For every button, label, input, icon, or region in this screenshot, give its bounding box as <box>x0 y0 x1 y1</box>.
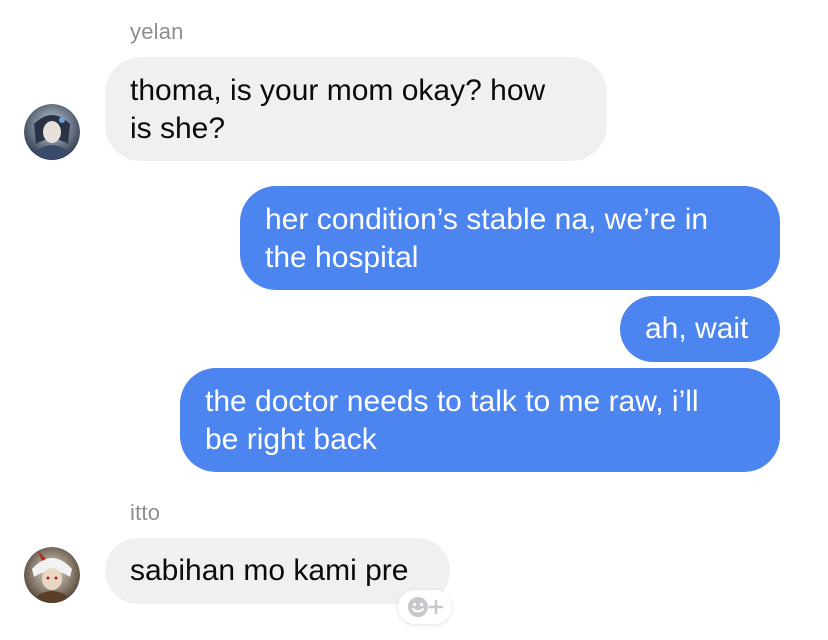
message-line: sabihan mo kami pre <box>130 554 409 587</box>
message-bubble-incoming[interactable]: thoma, is your mom okay? how is she? <box>105 57 607 161</box>
message-line: ah, wait <box>645 312 749 345</box>
message-bubble-outgoing[interactable]: the doctor needs to talk to me raw, i’ll… <box>180 368 780 472</box>
sender-name-yelan: yelan <box>130 19 184 44</box>
message-line: the doctor needs to talk to me raw, i’ll <box>205 385 699 418</box>
add-reaction-icon <box>408 597 444 617</box>
message-line: the hospital <box>265 241 419 274</box>
avatar-itto-icon <box>24 547 80 603</box>
add-reaction-button[interactable] <box>398 590 452 624</box>
chat-thread: yelan thoma, is your mom okay? how is sh… <box>0 0 828 640</box>
message-line: thoma, is your mom okay? how <box>130 74 546 107</box>
sender-name-itto: itto <box>130 500 161 525</box>
avatar-itto[interactable] <box>24 547 80 603</box>
message-bubble-outgoing[interactable]: her condition’s stable na, we’re in the … <box>240 186 780 290</box>
avatar-yelan-icon <box>24 104 80 160</box>
message-line: her condition’s stable na, we’re in <box>265 203 709 236</box>
message-line: be right back <box>205 423 377 456</box>
message-bubble-outgoing[interactable]: ah, wait <box>620 296 780 362</box>
avatar-yelan[interactable] <box>24 104 80 160</box>
message-line: is she? <box>130 112 226 145</box>
